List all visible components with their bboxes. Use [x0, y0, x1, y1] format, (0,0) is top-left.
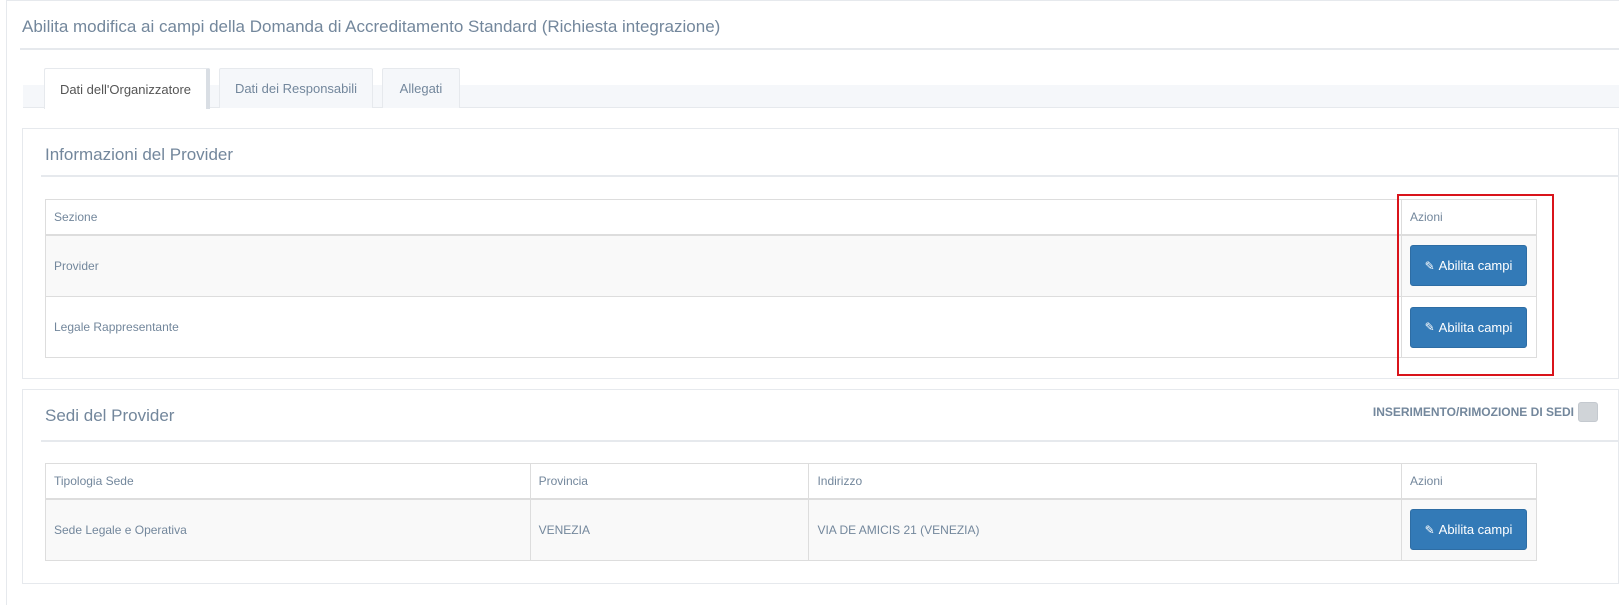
panel-divider: [41, 440, 1619, 442]
column-header-azioni: Azioni: [1400, 463, 1538, 500]
abilita-campi-button[interactable]: ✎ Abilita campi: [1410, 306, 1527, 348]
section-cell: Provider: [45, 234, 1402, 297]
section-cell: Legale Rappresentante: [45, 296, 1402, 358]
button-label: Abilita campi: [1438, 258, 1513, 274]
actions-cell: ✎ Abilita campi: [1400, 498, 1538, 561]
tab-dati-responsabili[interactable]: Dati dei Responsabili: [219, 68, 373, 108]
provider-info-panel: Informazioni del Provider Sezione Azioni…: [22, 128, 1619, 379]
column-header-tipologia: Tipologia Sede: [45, 463, 531, 500]
tipologia-cell: Sede Legale e Operativa: [45, 498, 531, 561]
panel-divider: [41, 175, 1619, 177]
tab-label: Dati dei Responsabili: [234, 81, 358, 96]
table-row: Sede Legale e Operativa VENEZIA VIA DE A…: [45, 498, 1538, 561]
column-header-azioni: Azioni: [1401, 199, 1537, 236]
tab-dati-organizzatore[interactable]: Dati dell'Organizzatore: [44, 68, 210, 109]
button-label: Abilita campi: [1438, 522, 1513, 538]
actions-cell: ✎ Abilita campi: [1401, 234, 1537, 297]
tab-allegati[interactable]: Allegati: [382, 68, 460, 108]
abilita-campi-button[interactable]: ✎ Abilita campi: [1410, 245, 1527, 287]
abilita-campi-button[interactable]: ✎ Abilita campi: [1409, 509, 1527, 551]
column-header-sezione: Sezione: [45, 199, 1402, 236]
tab-label: Dati dell'Organizzatore: [59, 81, 192, 97]
sedi-toggle-checkbox[interactable]: [1578, 402, 1598, 422]
provincia-cell: VENEZIA: [529, 498, 810, 561]
sedi-panel: Sedi del Provider INSERIMENTO/RIMOZIONE …: [22, 389, 1619, 584]
pencil-icon: ✎: [1424, 522, 1435, 537]
panel-title: Sedi del Provider: [45, 406, 175, 425]
table-row: Legale Rappresentante ✎ Abilita campi: [45, 296, 1537, 358]
sedi-table: Tipologia Sede Provincia Indirizzo Azion…: [45, 463, 1538, 561]
tab-label: Allegati: [399, 81, 443, 96]
table-row: Provider ✎ Abilita campi: [45, 234, 1537, 297]
column-header-provincia: Provincia: [529, 463, 810, 500]
pencil-icon: ✎: [1424, 258, 1435, 273]
column-header-indirizzo: Indirizzo: [808, 463, 1402, 500]
sedi-toggle-label: INSERIMENTO/RIMOZIONE DI SEDI: [1372, 405, 1574, 419]
indirizzo-cell: VIA DE AMICIS 21 (VENEZIA): [808, 498, 1402, 561]
actions-cell: ✎ Abilita campi: [1401, 296, 1537, 358]
provider-info-table: Sezione Azioni Provider ✎ Abilita campi …: [45, 199, 1537, 358]
title-divider: [20, 48, 1619, 50]
panel-title: Informazioni del Provider: [45, 145, 234, 164]
sedi-toggle: INSERIMENTO/RIMOZIONE DI SEDI: [1373, 402, 1598, 422]
button-label: Abilita campi: [1438, 319, 1513, 335]
page-title: Abilita modifica ai campi della Domanda …: [22, 17, 721, 36]
pencil-icon: ✎: [1424, 320, 1435, 334]
page: Abilita modifica ai campi della Domanda …: [0, 0, 1619, 605]
